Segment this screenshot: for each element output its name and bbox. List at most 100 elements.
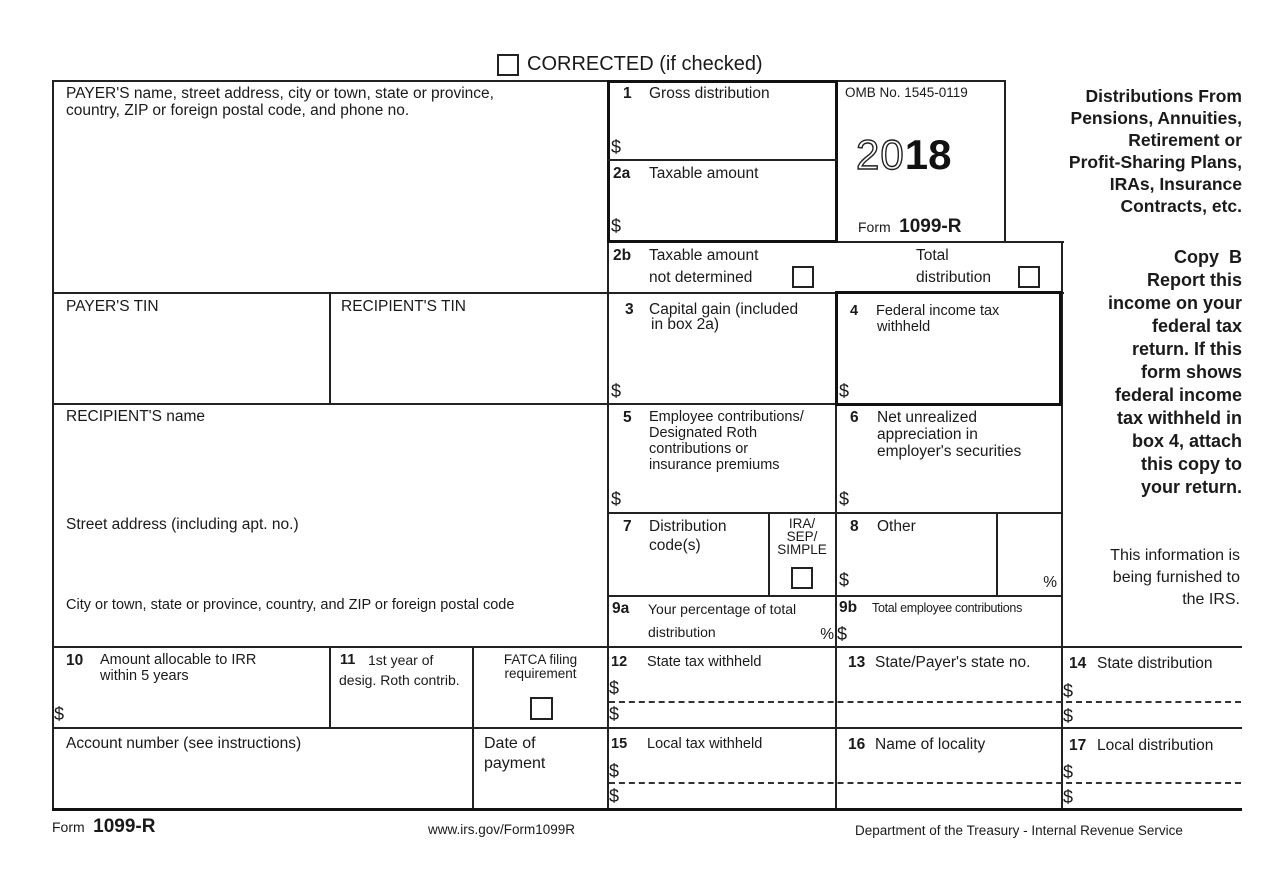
account-number-field[interactable]: Account number (see instructions) [55, 730, 469, 806]
box-2a-label: Taxable amount [649, 165, 759, 182]
street-address-field[interactable]: Street address (including apt. no.) [55, 510, 603, 590]
box-12-number: 12 [611, 654, 628, 670]
box-6-net-unrealized-appreciation[interactable]: 6 Net unrealized appreciation in employe… [839, 406, 1059, 510]
box-4-number: 4 [850, 303, 859, 319]
tax-year-bold: 18 [904, 131, 952, 178]
box-15-local-tax-withheld[interactable]: 15 Local tax withheld $ $ [609, 730, 834, 806]
copy-instruction-line: federal tax [1151, 316, 1242, 336]
box-5-label-line: Designated Roth [649, 425, 758, 441]
box-9a-percent-sign: % [820, 626, 834, 643]
total-distribution-label-line2: distribution [916, 269, 991, 286]
omb-number: OMB No. 1545-0119 [845, 85, 968, 100]
title-line: Retirement or [1128, 130, 1242, 150]
box-15-label: Local tax withheld [647, 736, 763, 752]
corrected-label: CORRECTED (if checked) [527, 53, 763, 75]
box-1-gross-distribution[interactable]: 1 Gross distribution $ [611, 84, 833, 158]
box-5-label-line: Employee contributions/ [649, 409, 804, 425]
recipient-tin-field[interactable]: RECIPIENT'S TIN [332, 295, 604, 401]
corrected-checkbox[interactable] [497, 54, 519, 76]
ira-sep-simple-checkbox[interactable] [791, 567, 813, 589]
box-8-percent-field[interactable]: % [999, 515, 1059, 593]
footer-department: Department of the Treasury - Internal Re… [855, 823, 1183, 838]
fatca-filing-requirement: FATCA filing requirement [475, 649, 606, 725]
box-9b-label: Total employee contributions [872, 601, 1023, 615]
box-3-dollar-sign: $ [611, 381, 622, 401]
copy-b-block: Copy B Report this income on your federa… [1066, 246, 1242, 499]
box-7-label-line1: Distribution [649, 518, 727, 535]
box-11-label-line1: 1st year of [368, 652, 434, 668]
tax-year: 2018 [855, 131, 952, 178]
box-9a-percentage[interactable]: 9a Your percentage of total distribution… [610, 598, 834, 644]
date-of-payment-field[interactable]: Date of payment [475, 730, 606, 806]
box-13-number: 13 [848, 654, 866, 671]
box-10-amount-allocable-irr[interactable]: 10 Amount allocable to IRR within 5 year… [54, 649, 327, 725]
box-2a-number: 2a [613, 165, 631, 182]
box-14-dollar-sign-1: $ [1063, 681, 1074, 701]
copy-heading: Copy B [1173, 247, 1242, 267]
box-8-dollar-sign: $ [839, 570, 850, 590]
box-14-label: State distribution [1097, 655, 1213, 672]
copy-instruction-line: return. If this [1131, 339, 1242, 359]
payer-info-field[interactable]: PAYER'S name, street address, city or to… [66, 85, 601, 119]
box-9b-number: 9b [839, 599, 858, 616]
payer-info-label-line2: country, ZIP or foreign postal code, and… [66, 102, 410, 119]
box-11-number: 11 [340, 652, 356, 668]
box-6-number: 6 [850, 409, 859, 426]
total-distribution: Total distribution [840, 245, 1058, 290]
form-title: Distributions From Pensions, Annuities, … [1010, 85, 1242, 217]
date-of-payment-label-line2: payment [484, 755, 546, 772]
box-9b-total-employee-contributions[interactable]: 9b Total employee contributions $ [837, 598, 1059, 644]
box-13-state-payer-state-no[interactable]: 13 State/Payer's state no. [838, 649, 1059, 725]
copy-instruction-line: your return. [1140, 477, 1242, 497]
box-16-name-of-locality[interactable]: 16 Name of locality [838, 730, 1059, 806]
city-state-zip-label: City or town, state or province, country… [66, 597, 515, 613]
box-11-first-year-roth[interactable]: 11 1st year of desig. Roth contrib. [332, 649, 470, 725]
box-5-employee-contributions[interactable]: 5 Employee contributions/ Designated Rot… [611, 406, 833, 510]
box-3-number: 3 [625, 301, 634, 318]
city-state-zip-field[interactable]: City or town, state or province, country… [55, 592, 605, 644]
box-14-dollar-sign-2: $ [1063, 706, 1074, 726]
omb-block: OMB No. 1545-0119 2018 Form 1099-R [838, 82, 1004, 240]
box-12-dollar-sign-2: $ [609, 704, 620, 724]
copy-instruction-line: this copy to [1140, 454, 1242, 474]
box-15-number: 15 [611, 736, 628, 752]
box-14-number: 14 [1069, 655, 1087, 672]
box-17-local-distribution[interactable]: 17 Local distribution $ $ [1063, 730, 1242, 806]
box-3-capital-gain[interactable]: 3 Capital gain (included in box 2a) $ [611, 296, 833, 401]
fatca-checkbox[interactable] [530, 697, 553, 720]
irs-notice-line: the IRS. [1182, 591, 1240, 608]
box-5-label: Employee contributions/ Designated Roth … [649, 409, 804, 473]
ira-label-line: SIMPLE [777, 542, 827, 557]
box-17-dollar-sign-1: $ [1063, 762, 1074, 782]
box-5-label-line: insurance premiums [649, 457, 780, 473]
box-2a-taxable-amount[interactable]: 2a Taxable amount $ [611, 162, 833, 238]
footer-url[interactable]: www.irs.gov/Form1099R [428, 822, 575, 837]
box-6-label-line: Net unrealized [877, 409, 977, 426]
box-2b-checkbox[interactable] [792, 266, 814, 288]
omb-form-prefix: Form [858, 219, 891, 235]
irs-notice: This information is being furnished to t… [1066, 545, 1240, 611]
box-4-federal-tax-withheld[interactable]: 4 Federal income tax withheld $ [839, 296, 1057, 401]
box-3-label-line2: in box 2a) [651, 316, 720, 333]
payer-tin-label: PAYER'S TIN [66, 298, 159, 315]
box-7-distribution-codes[interactable]: 7 Distribution code(s) [611, 515, 766, 593]
copy-instruction-line: tax withheld in [1116, 408, 1242, 428]
box-4-label-line2: withheld [877, 319, 931, 335]
box-11-label-line2: desig. Roth contrib. [339, 672, 460, 688]
total-distribution-checkbox[interactable] [1018, 266, 1040, 288]
omb-form-name: Form 1099-R [858, 216, 961, 238]
copy-instruction-line: Report this [1146, 270, 1242, 290]
box-8-label: Other [877, 518, 916, 535]
box-1-number: 1 [623, 85, 632, 102]
box-9a-number: 9a [612, 600, 630, 617]
recipient-name-field[interactable]: RECIPIENT'S name [55, 406, 603, 506]
box-9b-dollar-sign: $ [837, 624, 848, 644]
box-14-state-distribution[interactable]: 14 State distribution $ $ [1063, 649, 1242, 726]
box-8-other[interactable]: 8 Other $ [839, 515, 994, 593]
recipient-tin-label: RECIPIENT'S TIN [341, 298, 466, 315]
box-12-state-tax-withheld[interactable]: 12 State tax withheld $ $ [609, 649, 834, 725]
footer-form-id: 1099-R [93, 816, 156, 837]
payer-tin-field[interactable]: PAYER'S TIN [55, 295, 327, 401]
omb-form-id: 1099-R [899, 216, 962, 237]
box-16-label: Name of locality [875, 736, 986, 753]
